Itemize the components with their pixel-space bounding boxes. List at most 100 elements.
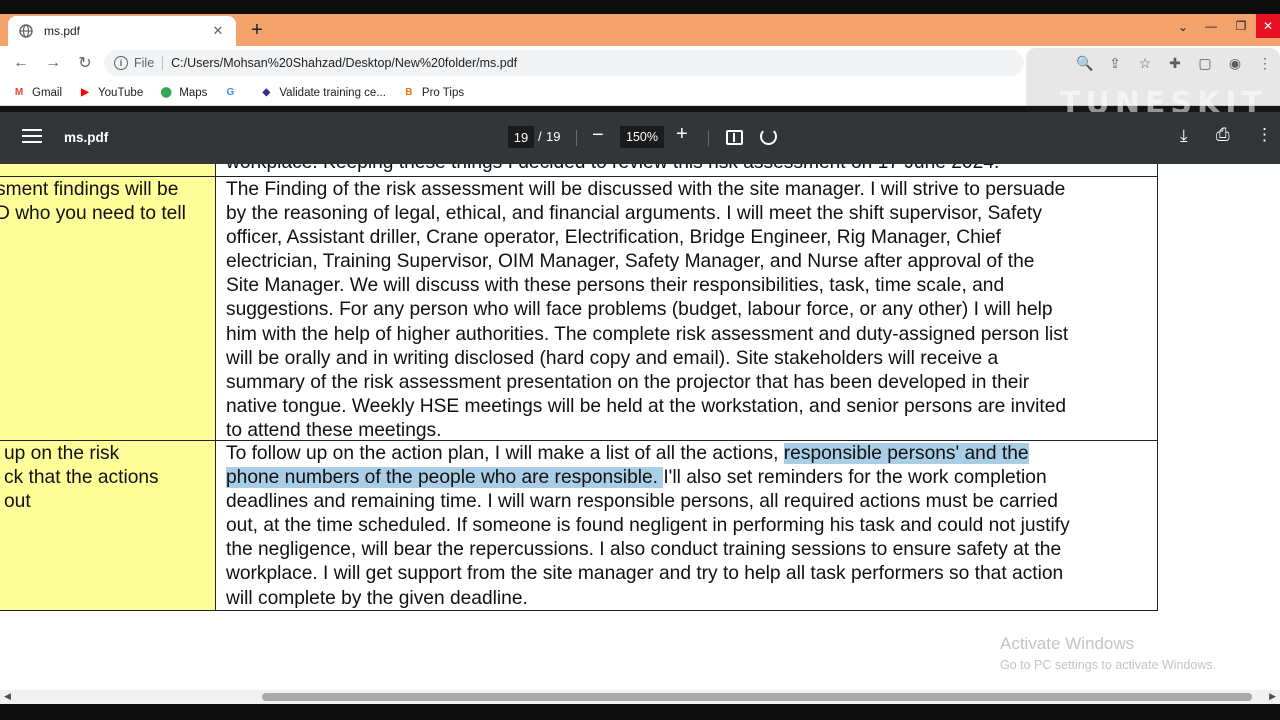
minimize-button[interactable]: — xyxy=(1196,14,1226,38)
pdf-document[interactable]: workplace. Keeping these things I decide… xyxy=(0,164,1280,690)
text-line: deadlines and remaining time. I will war… xyxy=(226,491,1058,513)
text-line: ck that the actions xyxy=(4,467,159,489)
scroll-left-icon[interactable]: ◀ xyxy=(4,691,11,702)
close-window-button[interactable]: ✕ xyxy=(1256,14,1280,38)
certificate-icon: ◆ xyxy=(262,87,271,98)
horizontal-scrollbar[interactable]: ◀ ▶ xyxy=(0,690,1280,704)
text-line: summary of the risk assessment presentat… xyxy=(226,371,1030,393)
activate-subtitle: Go to PC settings to activate Windows. xyxy=(1000,658,1217,672)
gmail-icon: M xyxy=(14,87,24,98)
text-line: out xyxy=(4,491,31,513)
bookmark-item[interactable]: M Gmail xyxy=(12,86,62,100)
table-cell-left xyxy=(0,164,216,176)
maps-icon: ⬤ xyxy=(160,87,172,98)
text-line: officer, Assistant driller, Crane operat… xyxy=(226,227,1002,249)
text-line: by the reasoning of legal, ethical, and … xyxy=(226,203,1042,225)
new-tab-button[interactable]: + xyxy=(246,20,268,42)
text-line: out, at the time scheduled. If someone i… xyxy=(226,515,1070,537)
table-row: workplace. Keeping these things I decide… xyxy=(0,164,1158,177)
text-line: to attend these meetings. xyxy=(226,419,442,441)
bookmark-item[interactable]: ◆ Validate training ce... xyxy=(259,86,386,100)
letterbox-bottom xyxy=(0,704,1280,720)
zoom-level-input[interactable]: 150% xyxy=(620,126,664,148)
table-cell-right: The Finding of the risk assessment will … xyxy=(216,177,1158,443)
letterbox-top xyxy=(0,0,1280,14)
menu-icon[interactable] xyxy=(22,129,42,147)
page-separator: / xyxy=(538,129,542,144)
tab-ms-pdf[interactable]: ms.pdf ✕ xyxy=(8,16,236,46)
protips-icon: B xyxy=(405,87,413,98)
text-line: native tongue. Weekly HSE meetings will … xyxy=(226,395,1067,417)
selected-text[interactable]: phone numbers of the people who are resp… xyxy=(226,467,664,489)
text-line: suggestions. For any person who will fac… xyxy=(226,299,1053,321)
globe-icon xyxy=(18,23,34,39)
bookmark-label: Maps xyxy=(179,86,208,99)
more-options-icon[interactable]: ⋮ xyxy=(1256,125,1273,145)
zoom-in-button[interactable]: + xyxy=(676,123,688,146)
table-cell-left: sment findings will be D who you need to … xyxy=(0,177,216,440)
text-line: him with the help of higher authorities.… xyxy=(226,323,1069,345)
download-icon[interactable]: ⤓ xyxy=(1180,126,1188,146)
close-tab-icon[interactable]: ✕ xyxy=(210,23,226,39)
bookmark-item[interactable]: G xyxy=(223,86,243,100)
text-line: up on the risk xyxy=(4,443,120,464)
bookmark-label: YouTube xyxy=(98,86,144,99)
table-cell-right: To follow up on the action plan, I will … xyxy=(216,441,1158,610)
text-line: sment findings will be xyxy=(0,179,179,200)
youtube-icon: ▶ xyxy=(81,87,89,98)
address-bar[interactable]: i File C:/Users/Mohsan%20Shahzad/Desktop… xyxy=(104,50,1024,76)
forward-button[interactable]: → xyxy=(38,48,68,78)
zoom-out-button[interactable]: − xyxy=(592,124,604,147)
bookmark-item[interactable]: B Pro Tips xyxy=(402,86,464,100)
url-scheme: File xyxy=(134,56,155,70)
cell-text: workplace. Keeping these things I decide… xyxy=(216,164,1157,175)
text-run: To follow up on the action plan, I will … xyxy=(226,443,784,464)
page-number-input[interactable]: 19 xyxy=(508,126,534,148)
cell-text: To follow up on the action plan, I will … xyxy=(216,441,1157,611)
translate-icon: G xyxy=(226,87,235,98)
text-line: The Finding of the risk assessment will … xyxy=(226,179,1066,200)
text-line: phone numbers of the people who are resp… xyxy=(226,466,1157,490)
text-line: workplace. I will get support from the s… xyxy=(226,563,1064,585)
fit-page-icon[interactable] xyxy=(726,130,743,145)
text-line: D who you need to tell xyxy=(0,203,186,225)
cell-text: sment findings will be D who you need to … xyxy=(0,177,215,226)
table-cell-left: up on the risk ck that the actions out xyxy=(0,441,216,610)
print-icon[interactable]: ⎙ xyxy=(1216,125,1230,145)
cell-text: The Finding of the risk assessment will … xyxy=(216,177,1157,443)
reload-button[interactable]: ↻ xyxy=(70,48,100,78)
table-row: sment findings will be D who you need to … xyxy=(0,177,1158,441)
text-run: I'll also set reminders for the work com… xyxy=(663,467,1047,489)
bookmark-item[interactable]: ▶ YouTube xyxy=(78,86,143,100)
restore-button[interactable]: ❐ xyxy=(1226,14,1256,38)
chevron-down-icon[interactable]: ⌄ xyxy=(1178,20,1188,34)
bookmark-label: Gmail xyxy=(32,86,63,99)
info-icon[interactable]: i xyxy=(114,56,128,70)
pdf-title: ms.pdf xyxy=(64,130,109,145)
text-line: will be orally and in writing disclosed … xyxy=(226,347,999,369)
window-controls: — ❐ ✕ xyxy=(1196,14,1280,38)
scrollbar-thumb[interactable] xyxy=(262,693,1252,701)
table-row: up on the risk ck that the actions out To … xyxy=(0,441,1158,611)
text-line: electrician, Training Supervisor, OIM Ma… xyxy=(226,251,1035,273)
url-separator xyxy=(162,56,164,70)
back-button[interactable]: ← xyxy=(6,48,36,78)
tab-title: ms.pdf xyxy=(44,24,81,38)
pdf-toolbar: ms.pdf 19 / 19 − 150% + ⤓ ⎙ ⋮ xyxy=(0,112,1280,164)
text-line: To follow up on the action plan, I will … xyxy=(226,442,1157,466)
rotate-icon[interactable] xyxy=(760,128,777,145)
text-line: will complete by the given deadline. xyxy=(226,587,528,609)
bookmark-label: Pro Tips xyxy=(421,86,465,99)
cell-text: up on the risk ck that the actions out xyxy=(0,441,215,514)
text-line: Site Manager. We will discuss with these… xyxy=(226,275,1005,297)
url-text[interactable]: C:/Users/Mohsan%20Shahzad/Desktop/New%20… xyxy=(171,56,517,70)
selected-text[interactable]: responsible persons' and the xyxy=(783,443,1029,464)
text-line: the negligence, will bear the repercussi… xyxy=(226,539,1062,561)
scroll-right-icon[interactable]: ▶ xyxy=(1269,691,1276,702)
toolbar-divider xyxy=(576,130,577,146)
table-cell-right: workplace. Keeping these things I decide… xyxy=(216,164,1158,176)
page-total: 19 xyxy=(546,129,561,144)
bookmark-label: Validate training ce... xyxy=(279,86,386,99)
toolbar-divider xyxy=(708,130,709,146)
bookmark-item[interactable]: ⬤ Maps xyxy=(159,86,208,100)
